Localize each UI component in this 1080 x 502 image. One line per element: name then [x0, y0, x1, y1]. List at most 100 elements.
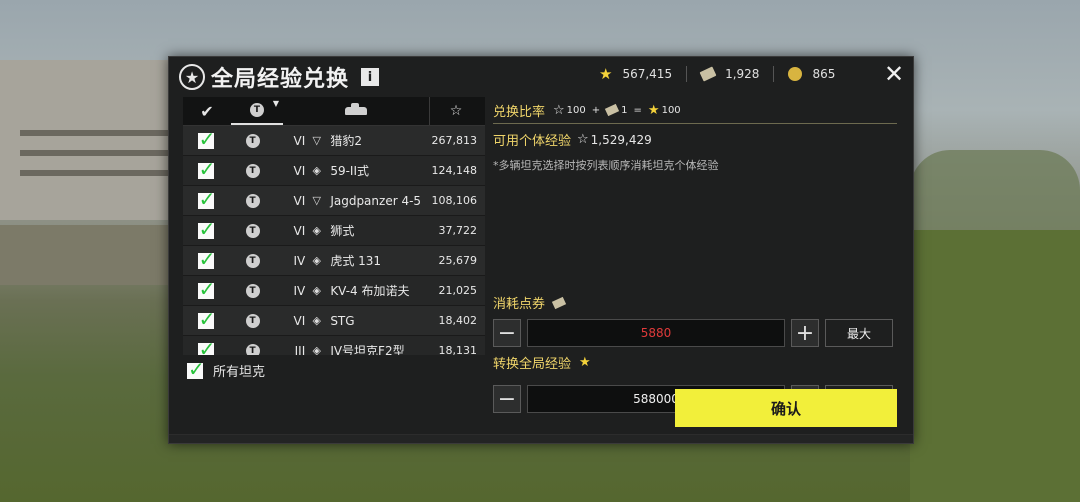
currency-gold: 865 [788, 67, 835, 81]
row-nation-cell: T [228, 283, 277, 298]
tank-checkbox[interactable] [197, 277, 215, 301]
confirm-button[interactable]: 确认 [675, 389, 897, 427]
row-check-cell [183, 127, 228, 151]
tank-list-header: ✔ T ▼ ☆ [183, 97, 485, 126]
all-tanks-toggle[interactable]: 所有坦克 [187, 357, 266, 381]
dialog-title: 全局经验兑换 [211, 67, 350, 92]
tank-list-rows: T VI ▽ 猎豹2 267,813 T VI ◈ 59-II式 124,148 T VI ▽ Jagdp… [183, 126, 485, 355]
nation-column-header[interactable]: T ▼ [231, 97, 283, 125]
tank-list[interactable]: ✔ T ▼ ☆ TVI▽猎豹2267,813TVI◈59-II式124,148T… [183, 97, 485, 355]
tank-row[interactable]: T IV ◈ KV-4 布加诺夫 21,025 [183, 276, 485, 306]
tank-row[interactable]: T IV ◈ 虎式 131 25,679 [183, 246, 485, 276]
cost-section-label: 消耗点券 [493, 293, 568, 312]
ratio-ticket-amount: 1 [621, 104, 628, 116]
ratio-result-part: ★ 100 [648, 103, 681, 118]
gold-star-icon: ★ [579, 355, 591, 370]
tank-row[interactable]: T III ◈ IV号坦克F2型 18,131 [183, 336, 485, 355]
cost-stepper: − 5880 + 最大 [493, 319, 897, 347]
medium-tank-icon: ◈ [312, 254, 322, 267]
ticket-icon [699, 66, 717, 82]
nation-icon: T [245, 223, 260, 238]
tank-column-header[interactable] [283, 97, 429, 125]
star-outline-icon: ☆ [449, 103, 463, 119]
cost-max-button[interactable]: 最大 [825, 319, 893, 347]
all-tanks-label: 所有坦克 [213, 365, 266, 380]
tank-row[interactable]: T VI ▽ 猎豹2 267,813 [183, 126, 485, 156]
tank-exp: 25,679 [438, 254, 478, 267]
tank-exp: 37,722 [438, 224, 478, 237]
tank-checkbox[interactable] [197, 187, 215, 211]
tank-name: IV号坦克F2型 [330, 344, 405, 355]
ratio-result-amount: 100 [661, 104, 681, 116]
tank-checkbox[interactable] [197, 247, 215, 271]
cost-value-field[interactable]: 5880 [527, 319, 785, 347]
tank-tier: VI [293, 193, 306, 208]
nation-icon: T [250, 103, 264, 117]
tank-checkbox[interactable] [197, 157, 215, 181]
tank-row[interactable]: T VI ◈ 狮式 37,722 [183, 216, 485, 246]
convert-label: 转换全局经验 [493, 357, 572, 372]
close-button[interactable]: ✕ [883, 62, 905, 86]
tank-exp: 18,402 [438, 314, 478, 327]
row-check-cell [183, 157, 228, 181]
row-check-cell [183, 187, 228, 211]
row-check-cell [183, 277, 228, 301]
star-outline-icon: ☆ [577, 132, 589, 147]
sort-arrow-icon: ▼ [272, 99, 279, 108]
ratio-star-amount: 100 [566, 104, 586, 116]
all-tanks-checkbox[interactable] [187, 357, 205, 381]
tickets-value: 1,928 [725, 67, 760, 81]
available-label: 可用个体经验 [493, 134, 572, 149]
nation-icon: T [245, 133, 260, 148]
tank-name: Jagdpanzer 4-5 [330, 193, 421, 208]
row-nation-cell: T [228, 313, 277, 328]
nation-icon: T [245, 253, 260, 268]
tank-checkbox[interactable] [197, 307, 215, 331]
tank-tier: VI [293, 163, 306, 178]
tank-row[interactable]: T VI ◈ 59-II式 124,148 [183, 156, 485, 186]
row-nation-cell: T [228, 253, 277, 268]
tank-exp: 21,025 [438, 284, 478, 297]
consumption-note: *多辆坦克选择时按列表顺序消耗坦克个体经验 [493, 159, 719, 172]
medium-tank-icon: ◈ [312, 314, 322, 327]
ratio-equals: = [633, 104, 642, 116]
exchange-dialog: ★ 全局经验兑换 i ★ 567,415 1,928 865 ✕ ✔ T ▼ ☆… [168, 56, 914, 444]
row-check-cell [183, 217, 228, 241]
tank-name: 59-II式 [330, 164, 369, 178]
tank-name: 狮式 [330, 224, 355, 238]
tank-name: STG [330, 313, 355, 328]
tank-checkbox[interactable] [197, 337, 215, 355]
convert-minus-button[interactable]: − [493, 385, 521, 413]
row-check-cell [183, 337, 228, 355]
tank-tier: IV [293, 283, 306, 298]
tank-checkbox[interactable] [197, 127, 215, 151]
medium-tank-icon: ◈ [312, 344, 322, 355]
gold-value: 865 [812, 67, 836, 81]
row-check-cell [183, 307, 228, 331]
tank-row[interactable]: T VI ◈ STG 18,402 [183, 306, 485, 336]
tank-destroyer-icon: ▽ [312, 194, 322, 207]
nation-icon: T [245, 163, 260, 178]
tank-row[interactable]: T VI ▽ Jagdpanzer 4-5 108,106 [183, 186, 485, 216]
select-column-header[interactable]: ✔ [183, 97, 231, 125]
exp-column-header[interactable]: ☆ [429, 97, 482, 125]
tank-tier: VI [293, 313, 306, 328]
ratio-label: 兑换比率 [493, 104, 546, 120]
dialog-footer-strip [169, 434, 913, 443]
ticket-icon [605, 103, 620, 117]
tank-tier: VI [293, 223, 306, 238]
background-trees [910, 150, 1080, 230]
info-button[interactable]: i [361, 68, 380, 86]
row-nation-cell: T [228, 163, 277, 178]
medium-tank-icon: ◈ [312, 164, 322, 177]
tank-tier: IV [293, 253, 306, 268]
nation-icon: T [245, 193, 260, 208]
star-emblem-icon: ★ [179, 64, 205, 90]
row-check-cell [183, 247, 228, 271]
ratio-ticket-part: 1 [605, 103, 628, 117]
cost-minus-button[interactable]: − [493, 319, 521, 347]
tank-checkbox[interactable] [197, 217, 215, 241]
row-nation-cell: T [228, 133, 277, 148]
tank-name: 虎式 131 [330, 254, 382, 268]
cost-plus-button[interactable]: + [791, 319, 819, 347]
